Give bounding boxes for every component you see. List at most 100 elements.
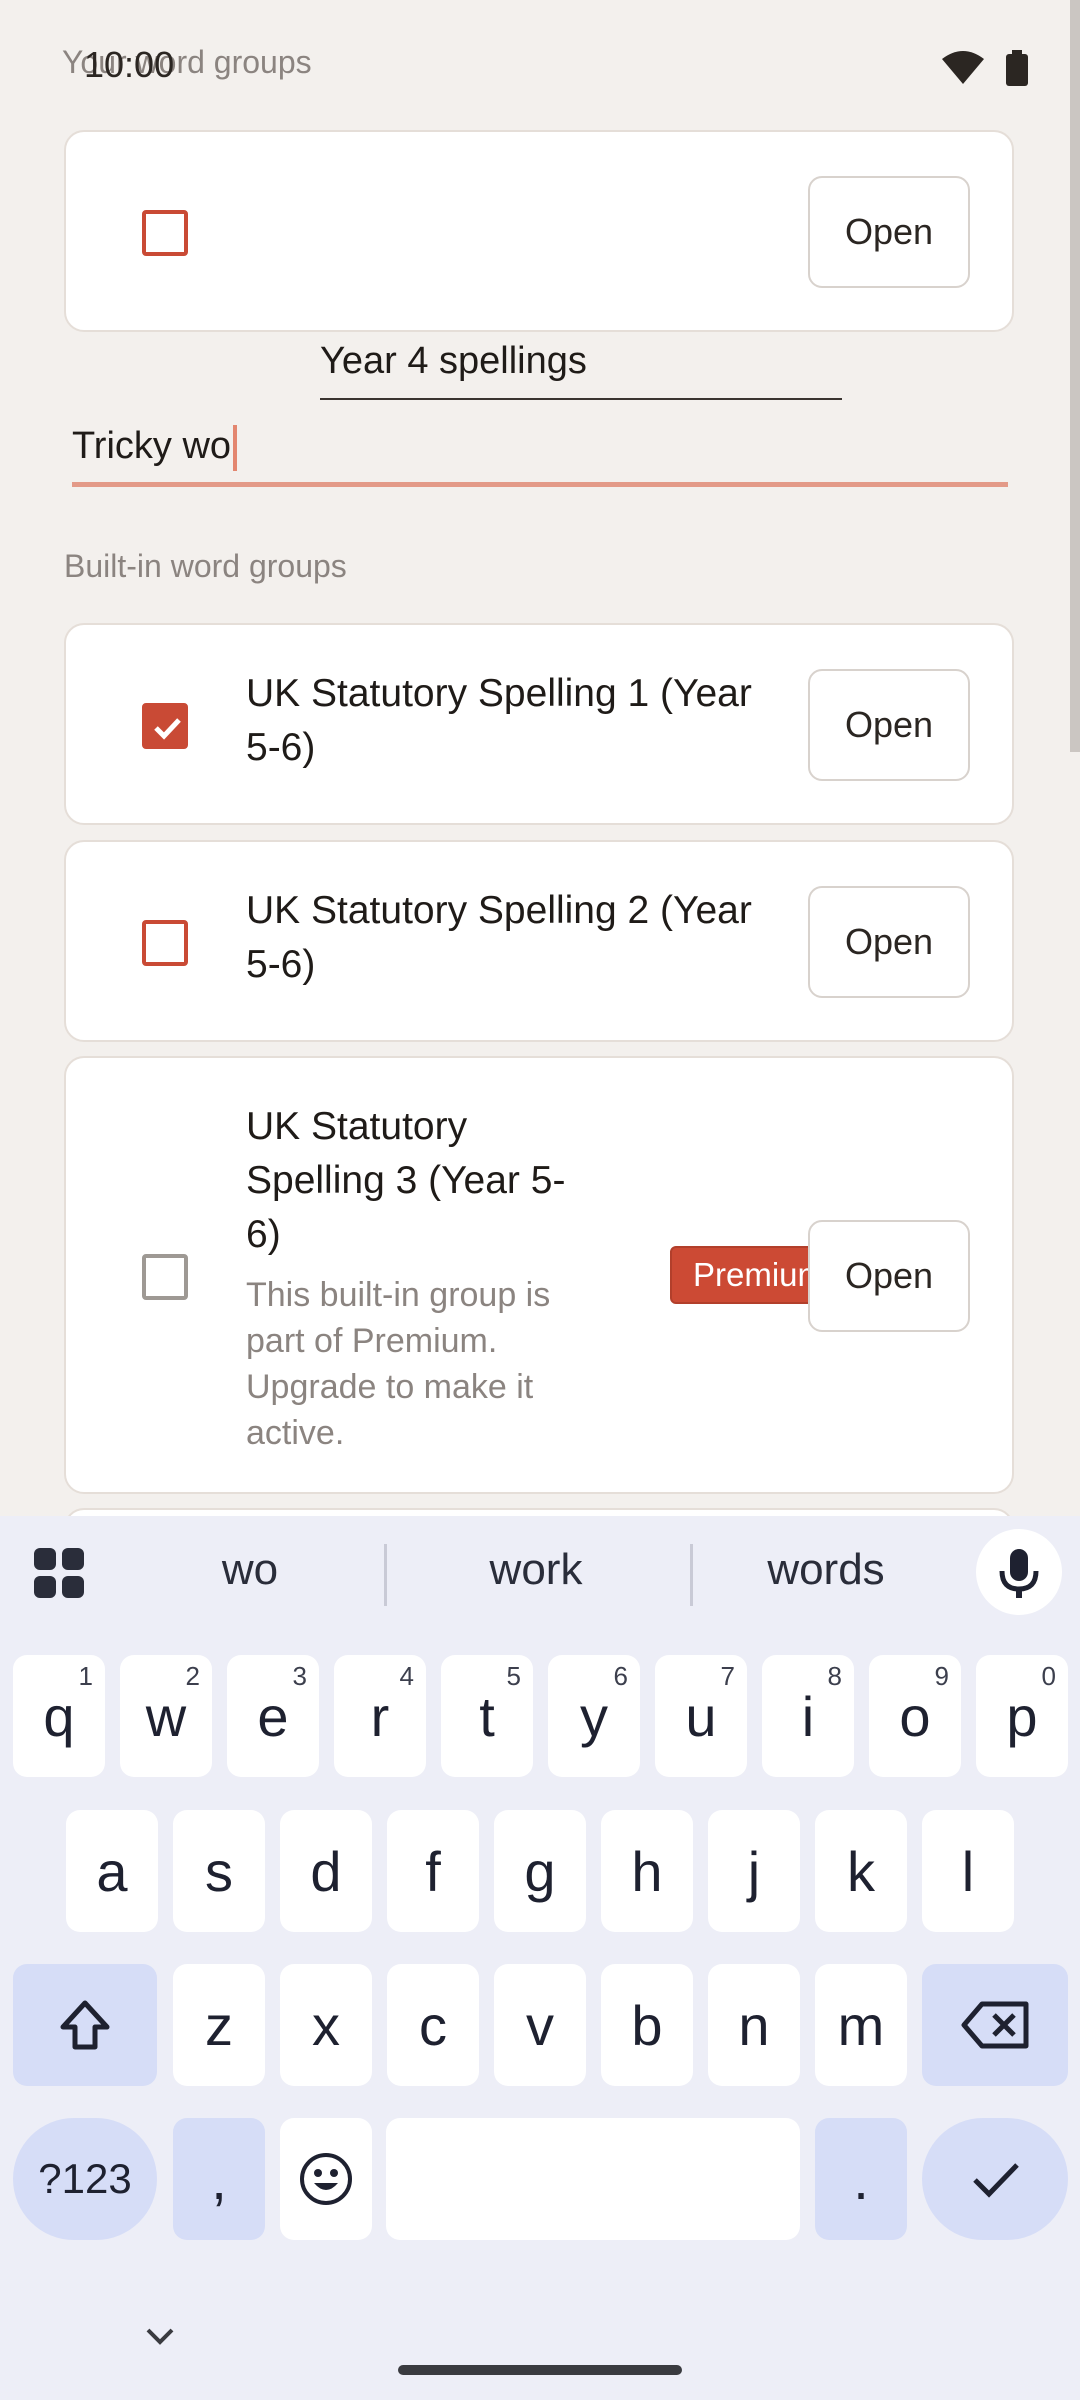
key-k[interactable]: k <box>815 1810 907 1932</box>
builtin-group-title: UK Statutory Spelling 2 (Year 5-6) <box>246 889 752 986</box>
key-label: u <box>685 1684 717 1748</box>
mic-icon <box>999 1549 1039 1598</box>
key-label: a <box>96 1839 128 1903</box>
builtin-group-title: UK Statutory Spelling 3 (Year 5-6) <box>246 1105 566 1256</box>
keyboard-hide-icon[interactable] <box>140 2322 180 2352</box>
builtin-group-card: UK Statutory Spelling 3 (Year 5-6) This … <box>64 1056 1014 1494</box>
suggestion-1[interactable]: wo <box>150 1545 350 1607</box>
builtin-group-open-button[interactable]: Open <box>808 1220 970 1332</box>
key-t[interactable]: t5 <box>441 1655 533 1777</box>
key-u[interactable]: u7 <box>655 1655 747 1777</box>
key-number-hint: 8 <box>827 1661 842 1691</box>
key-a[interactable]: a <box>66 1810 158 1932</box>
key-n[interactable]: n <box>708 1964 800 2086</box>
key-label: h <box>631 1839 663 1903</box>
check-icon <box>973 2163 1019 2198</box>
suggestion-3[interactable]: words <box>726 1545 926 1607</box>
key-label: g <box>524 1839 556 1903</box>
key-r[interactable]: r4 <box>334 1655 426 1777</box>
key-label: w <box>145 1684 187 1748</box>
check-icon <box>154 718 181 740</box>
user-group-checkbox[interactable] <box>142 210 188 256</box>
wifi-icon <box>942 51 984 84</box>
key-number-hint: 9 <box>934 1661 949 1691</box>
emoji-key[interactable] <box>280 2118 372 2240</box>
builtin-group-checkbox[interactable] <box>142 703 188 749</box>
key-number-hint: 2 <box>185 1661 200 1691</box>
apps-grid-icon[interactable] <box>32 1546 86 1600</box>
key-l[interactable]: l <box>922 1810 1014 1932</box>
user-group-open-button[interactable]: Open <box>808 176 970 288</box>
battery-icon <box>1006 50 1028 86</box>
builtin-group-checkbox[interactable] <box>142 1254 188 1300</box>
symbols-key[interactable]: ?123 <box>13 2118 157 2240</box>
user-group-name-field[interactable]: Year 4 spellings <box>320 332 842 400</box>
suggestion-divider <box>384 1544 387 1606</box>
key-c[interactable]: c <box>387 1964 479 2086</box>
key-p[interactable]: p0 <box>976 1655 1068 1777</box>
key-label: r <box>370 1684 390 1748</box>
text-cursor <box>233 424 238 471</box>
key-label: f <box>425 1839 441 1903</box>
builtin-group-open-button[interactable]: Open <box>808 669 970 781</box>
builtin-group-card: UK Statutory Spelling 2 (Year 5-6) Open <box>64 840 1014 1042</box>
key-label: l <box>961 1839 975 1903</box>
key-number-hint: 1 <box>78 1661 93 1691</box>
key-number-hint: 6 <box>613 1661 628 1691</box>
shift-key[interactable] <box>13 1964 157 2086</box>
key-label: z <box>205 1993 233 2057</box>
key-label: m <box>837 1993 885 2057</box>
shift-icon <box>60 2000 110 2050</box>
builtin-group-title: UK Statutory Spelling 1 (Year 5-6) <box>246 672 752 769</box>
key-q[interactable]: q1 <box>13 1655 105 1777</box>
builtin-groups-heading: Built-in word groups <box>64 548 347 584</box>
key-i[interactable]: i8 <box>762 1655 854 1777</box>
key-m[interactable]: m <box>815 1964 907 2086</box>
key-y[interactable]: y6 <box>548 1655 640 1777</box>
period-key[interactable]: . <box>815 2118 907 2240</box>
key-w[interactable]: w2 <box>120 1655 212 1777</box>
key-b[interactable]: b <box>601 1964 693 2086</box>
suggestion-divider <box>690 1544 693 1606</box>
key-z[interactable]: z <box>173 1964 265 2086</box>
key-number-hint: 3 <box>292 1661 307 1691</box>
key-number-hint: 4 <box>399 1661 414 1691</box>
builtin-group-open-button[interactable]: Open <box>808 886 970 998</box>
comma-key[interactable]: , <box>173 2118 265 2240</box>
builtin-group-checkbox[interactable] <box>142 920 188 966</box>
backspace-key[interactable] <box>922 1964 1068 2086</box>
space-key[interactable] <box>386 2118 800 2240</box>
key-label: x <box>312 1993 340 2057</box>
key-label: j <box>747 1839 761 1903</box>
key-label: k <box>847 1839 875 1903</box>
key-label: i <box>801 1684 815 1748</box>
key-label: q <box>43 1684 75 1748</box>
key-d[interactable]: d <box>280 1810 372 1932</box>
key-h[interactable]: h <box>601 1810 693 1932</box>
suggestion-2[interactable]: work <box>436 1545 636 1607</box>
status-time: 10:00 <box>84 44 175 85</box>
key-label: y <box>580 1684 608 1748</box>
key-s[interactable]: s <box>173 1810 265 1932</box>
new-group-input[interactable]: Tricky wo <box>72 410 1008 487</box>
status-icons <box>942 50 1028 86</box>
key-label: b <box>631 1993 663 2057</box>
key-j[interactable]: j <box>708 1810 800 1932</box>
user-group-card: Year 4 spellings Open <box>64 130 1014 400</box>
key-g[interactable]: g <box>494 1810 586 1932</box>
key-v[interactable]: v <box>494 1964 586 2086</box>
key-e[interactable]: e3 <box>227 1655 319 1777</box>
key-f[interactable]: f <box>387 1810 479 1932</box>
enter-key[interactable] <box>922 2118 1068 2240</box>
emoji-icon <box>300 2153 352 2205</box>
key-x[interactable]: x <box>280 1964 372 2086</box>
gesture-bar[interactable] <box>398 2365 682 2375</box>
builtin-group-card: UK Statutory Spelling 1 (Year 5-6) Open <box>64 623 1014 825</box>
key-number-hint: 7 <box>720 1661 735 1691</box>
key-number-hint: 5 <box>506 1661 521 1691</box>
key-label: o <box>899 1684 931 1748</box>
scrollbar[interactable] <box>1070 0 1080 752</box>
key-label: p <box>1006 1684 1038 1748</box>
key-o[interactable]: o9 <box>869 1655 961 1777</box>
mic-button[interactable] <box>976 1529 1062 1615</box>
